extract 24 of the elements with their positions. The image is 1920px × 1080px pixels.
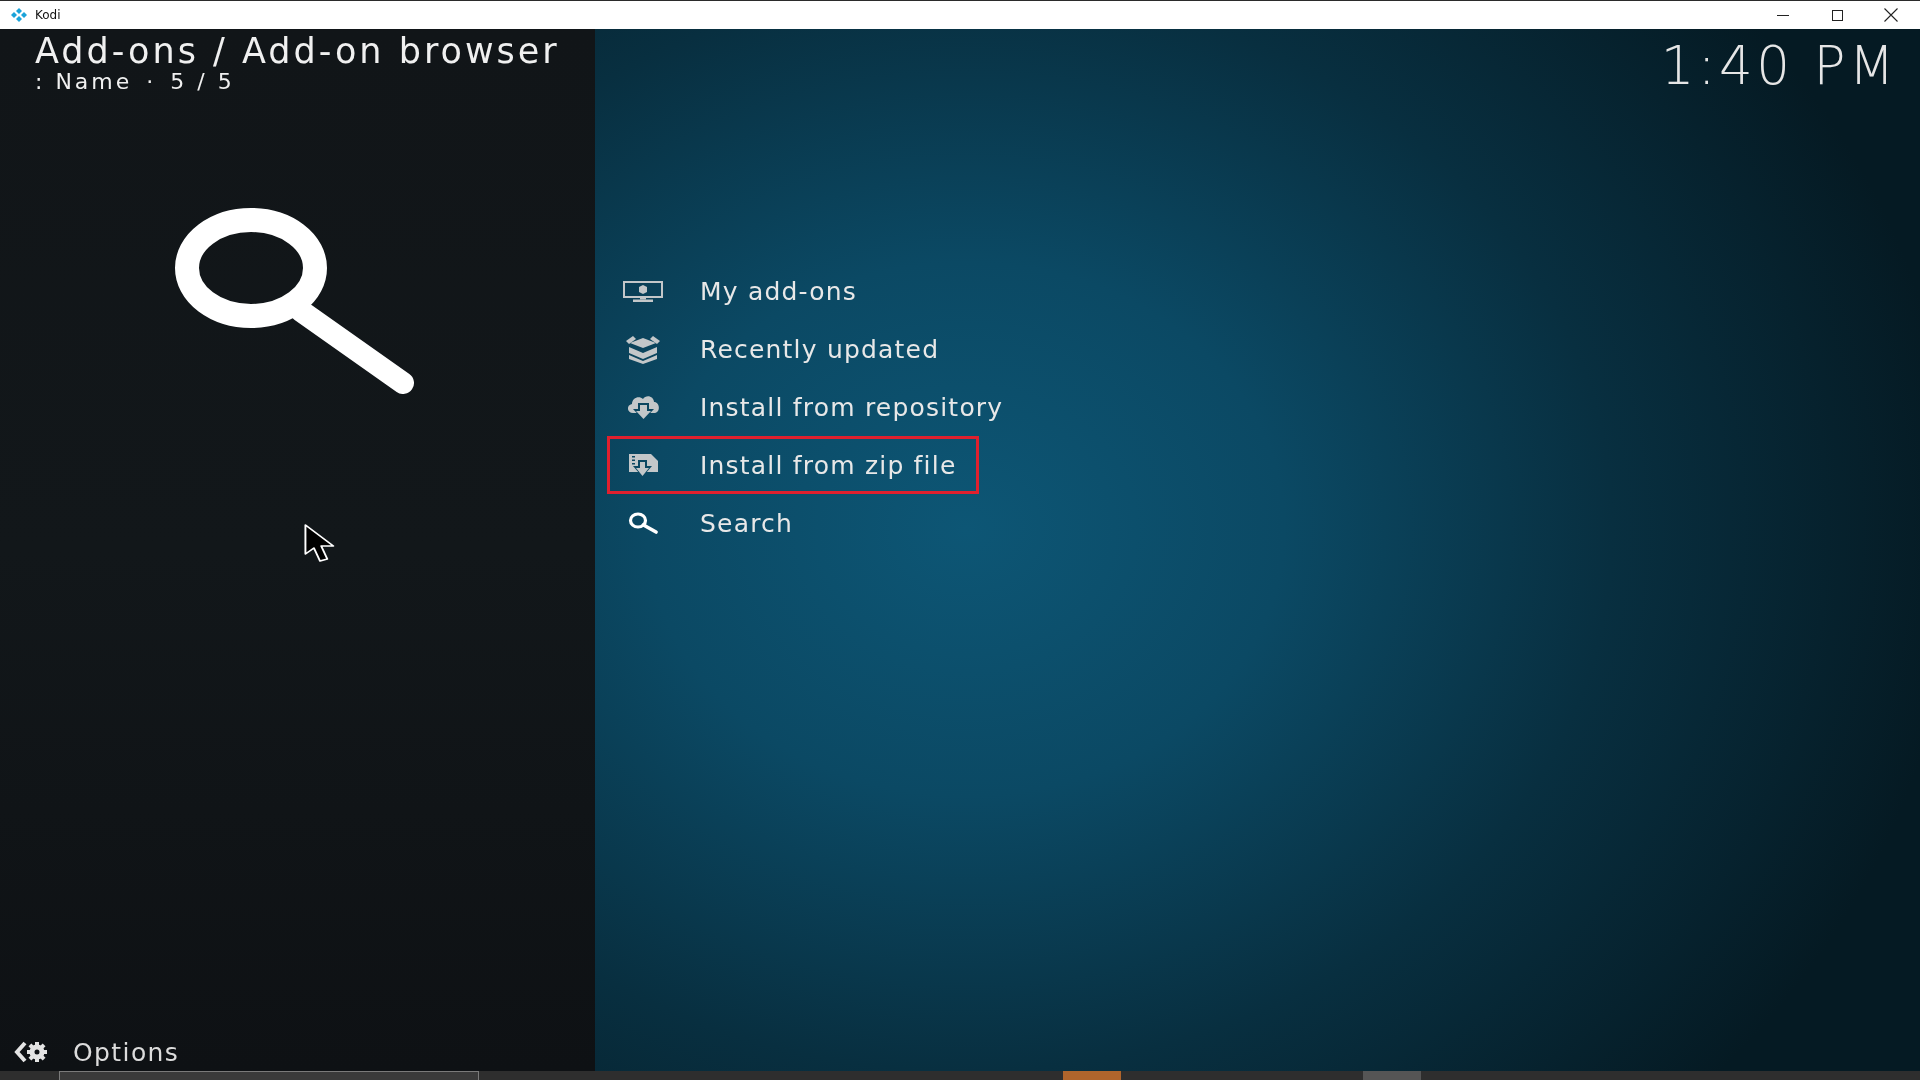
- close-icon: [1884, 8, 1898, 22]
- sort-label: : Name: [35, 71, 133, 93]
- file-download-icon: [627, 452, 659, 478]
- monitor-icon: [623, 280, 663, 302]
- menu-item[interactable]: Search: [607, 494, 816, 552]
- breadcrumb-title: Add-ons / Add-on browser: [35, 34, 560, 69]
- window-title: Kodi: [35, 9, 61, 21]
- separator-dot: ·: [146, 71, 157, 93]
- item-count: 5 / 5: [170, 71, 235, 93]
- open-box-icon: [626, 334, 660, 364]
- clock-time: 1:40 PM: [1660, 39, 1898, 92]
- search-field[interactable]: [59, 1071, 479, 1080]
- diamond-logo-icon: [11, 8, 27, 22]
- menu-item[interactable]: Recently updated: [607, 320, 962, 378]
- options-button[interactable]: Options: [0, 1035, 188, 1069]
- minimize-icon: [1777, 14, 1789, 16]
- maximize-icon: [1831, 9, 1843, 21]
- chevron-gear-icon: [14, 1040, 47, 1064]
- menu-item[interactable]: Install from zip file: [607, 436, 979, 494]
- search-icon: [627, 512, 659, 534]
- menu-item[interactable]: Install from repository: [607, 378, 1026, 436]
- menu-item[interactable]: My add-ons: [607, 262, 880, 320]
- cloud-download-icon: [625, 394, 661, 420]
- mouse-pointer-icon: [303, 523, 337, 563]
